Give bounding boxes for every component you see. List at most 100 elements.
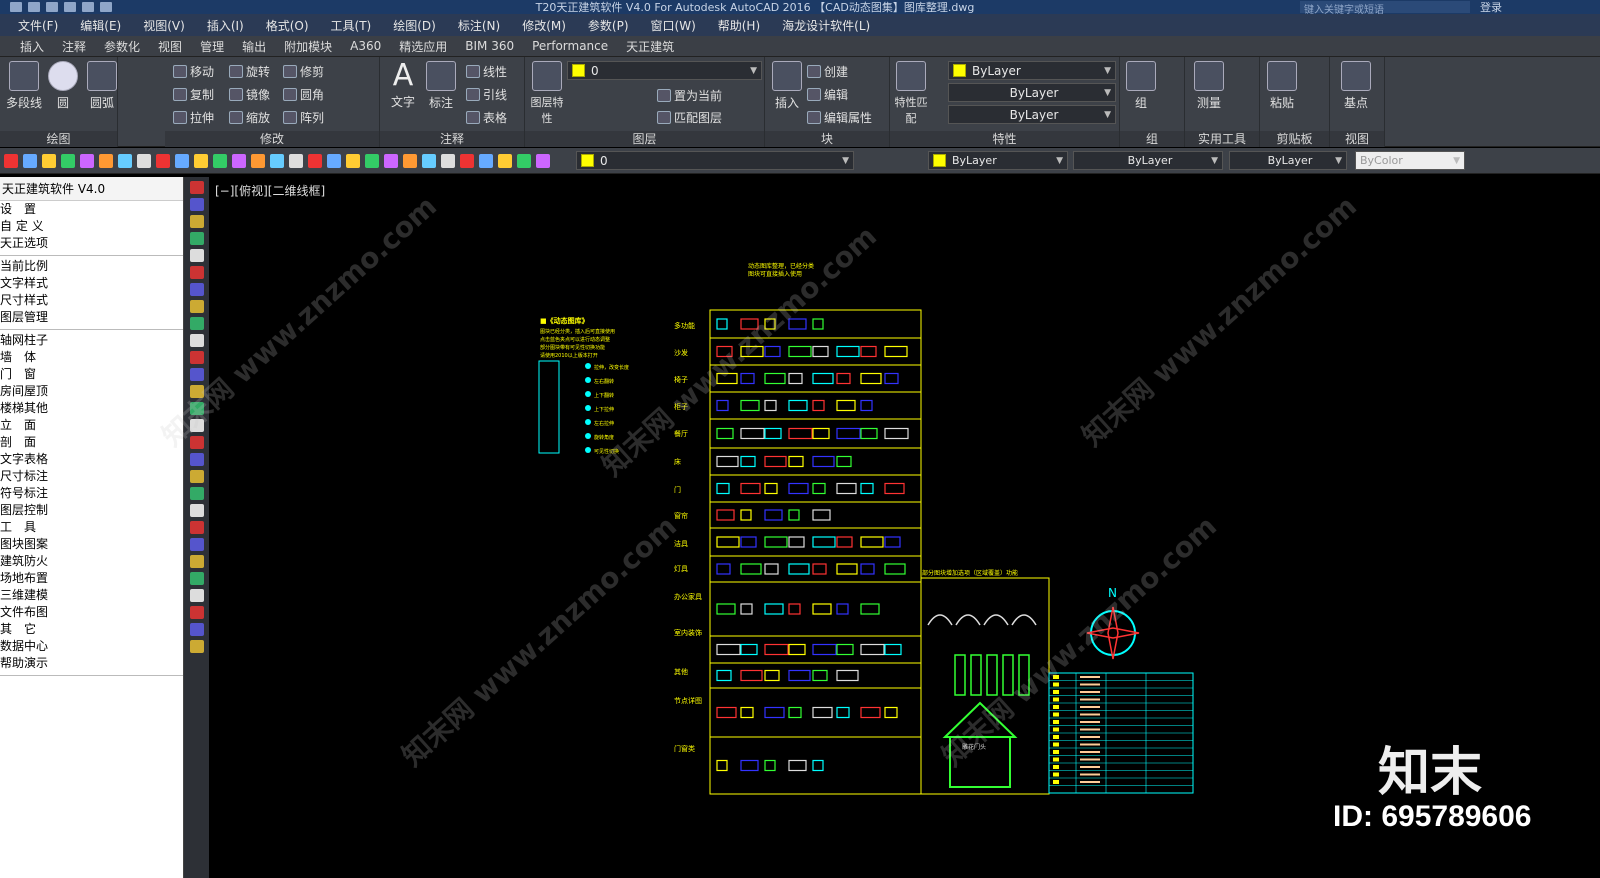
menu-item[interactable]: 编辑(E) [80,17,121,34]
tangent-tool-icon[interactable] [189,198,204,211]
tangent-tool-icon[interactable] [189,487,204,500]
ribbon-tab[interactable]: 附加模块 [284,38,332,55]
edit-attributes-button[interactable]: 编辑属性 [807,109,872,126]
menu-item[interactable]: 帮助(H) [718,17,760,34]
palette-item[interactable]: 帮助演示 [0,655,183,672]
polyline-button[interactable]: 多段线 [6,61,42,111]
login-button[interactable]: 登录 [1480,0,1600,15]
palette-item[interactable]: 文字样式 [0,275,183,292]
arc-button[interactable]: 圆弧 [86,61,118,111]
linetype-dropdown[interactable]: ByLayer ▼ [948,83,1116,102]
text-button[interactable]: A 文字 [386,59,420,110]
tangent-tool-icon[interactable] [189,266,204,279]
ribbon-tab[interactable]: 输出 [242,38,266,55]
circle-button[interactable]: 圆 [48,61,78,111]
layer-properties-button[interactable]: 图层特性 [529,61,565,126]
toolbar-plotstyle-dropdown[interactable]: ByColor ▼ [1355,151,1465,170]
copy-button[interactable]: 复制 [173,86,214,103]
toolbar-icon[interactable] [384,154,398,168]
palette-item[interactable]: 数据中心 [0,638,183,655]
rotate-button[interactable]: 旋转 [229,63,270,80]
palette-item[interactable]: 建筑防火 [0,553,183,570]
search-input[interactable]: 键入关键字或短语 [1300,1,1470,16]
menu-item[interactable]: 海龙设计软件(L) [782,17,870,34]
panel-title-clipboard[interactable]: 剪贴板 [1260,131,1329,147]
toolbar-icon[interactable] [308,154,322,168]
palette-item[interactable]: 文字表格 [0,451,183,468]
menu-item[interactable]: 插入(I) [207,17,244,34]
palette-item[interactable]: 门 窗 [0,366,183,383]
tangent-tool-icon[interactable] [189,300,204,313]
toolbar-icon[interactable] [156,154,170,168]
array-button[interactable]: 阵列 [283,109,324,126]
menu-item[interactable]: 修改(M) [522,17,566,34]
ribbon-tab[interactable]: 参数化 [104,38,140,55]
palette-item[interactable]: 图层控制 [0,502,183,519]
toolbar-icon[interactable] [517,154,531,168]
menu-item[interactable]: 工具(T) [331,17,372,34]
tangent-tool-icon[interactable] [189,181,204,194]
tangent-tool-icon[interactable] [189,317,204,330]
palette-item[interactable]: 图层管理 [0,309,183,326]
match-layer-button[interactable]: 匹配图层 [657,109,722,126]
toolbar-icon[interactable] [270,154,284,168]
palette-item[interactable]: 工 具 [0,519,183,536]
toolbar-icon[interactable] [289,154,303,168]
trim-button[interactable]: 修剪 [283,63,324,80]
measure-button[interactable]: 测量 [1191,61,1227,111]
toolbar-icon[interactable] [498,154,512,168]
tangent-tool-icon[interactable] [189,249,204,262]
palette-item[interactable]: 房间屋顶 [0,383,183,400]
palette-item[interactable]: 图块图案 [0,536,183,553]
palette-item[interactable]: 场地布置 [0,570,183,587]
tangent-tool-icon[interactable] [189,521,204,534]
tangent-tool-icon[interactable] [189,215,204,228]
tangent-tool-icon[interactable] [189,538,204,551]
match-properties-button[interactable]: 特性匹配 [894,61,928,126]
toolbar-lineweight-dropdown[interactable]: ByLayer ▼ [1229,151,1347,170]
palette-item[interactable]: 剖 面 [0,434,183,451]
toolbar-icon[interactable] [137,154,151,168]
menu-item[interactable]: 窗口(W) [651,17,696,34]
toolbar-color-dropdown[interactable]: ByLayer ▼ [928,151,1068,170]
menu-item[interactable]: 参数(P) [588,17,629,34]
menu-item[interactable]: 标注(N) [458,17,500,34]
palette-item[interactable]: 三维建模 [0,587,183,604]
toolbar-icon[interactable] [441,154,455,168]
palette-item[interactable]: 其 它 [0,621,183,638]
ribbon-tab[interactable]: 天正建筑 [626,38,674,55]
toolbar-icon[interactable] [4,154,18,168]
table-button[interactable]: 表格 [466,109,507,126]
toolbar-icon[interactable] [422,154,436,168]
tangent-tool-icon[interactable] [189,640,204,653]
base-point-button[interactable]: 基点 [1338,61,1374,111]
tangent-tool-icon[interactable] [189,453,204,466]
ribbon-tab[interactable]: 精选应用 [399,38,447,55]
palette-item[interactable]: 楼梯其他 [0,400,183,417]
menu-item[interactable]: 视图(V) [143,17,185,34]
menu-item[interactable]: 绘图(D) [393,17,436,34]
move-button[interactable]: 移动 [173,63,214,80]
panel-title-utilities[interactable]: 实用工具 [1185,131,1259,147]
panel-title-group[interactable]: 组 [1120,131,1184,147]
tangent-tool-icon[interactable] [189,504,204,517]
linear-button[interactable]: 线性 [466,63,507,80]
toolbar-icon[interactable] [23,154,37,168]
tangent-tool-icon[interactable] [189,232,204,245]
toolbar-icon[interactable] [118,154,132,168]
fillet-button[interactable]: 圆角 [283,86,324,103]
toolbar-icon[interactable] [327,154,341,168]
set-current-button[interactable]: 置为当前 [657,87,722,104]
leader-button[interactable]: 引线 [466,86,507,103]
tangent-tool-icon[interactable] [189,334,204,347]
insert-block-button[interactable]: 插入 [769,61,805,111]
panel-title-modify[interactable]: 修改 [165,131,379,147]
toolbar-icon[interactable] [80,154,94,168]
palette-item[interactable]: 尺寸样式 [0,292,183,309]
palette-item[interactable]: 天正选项 [0,235,183,252]
ribbon-tab[interactable]: 视图 [158,38,182,55]
toolbar-icon[interactable] [460,154,474,168]
ribbon-tab[interactable]: Performance [532,39,608,53]
edit-block-button[interactable]: 编辑 [807,86,848,103]
menu-item[interactable]: 格式(O) [266,17,309,34]
